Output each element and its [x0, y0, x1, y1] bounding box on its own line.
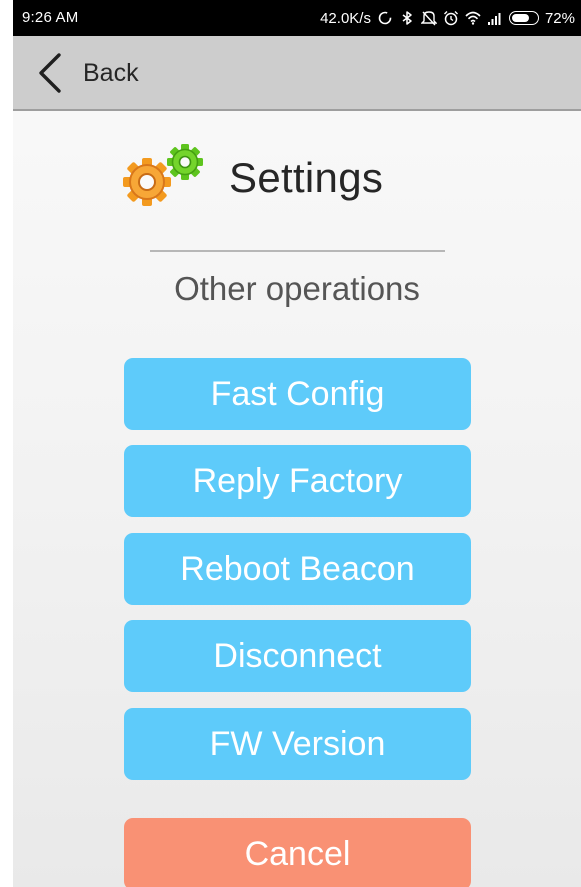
reboot-beacon-button[interactable]: Reboot Beacon	[124, 533, 471, 605]
signal-icon	[487, 13, 501, 25]
status-icons: 42.0K/s 72%	[320, 6, 575, 30]
alarm-icon	[443, 11, 458, 26]
net-speed: 42.0K/s	[320, 9, 371, 27]
sync-icon	[378, 11, 392, 25]
settings-gears-icon	[123, 144, 203, 206]
page-title: Settings	[229, 154, 384, 201]
wifi-icon	[465, 11, 481, 25]
mute-icon	[420, 11, 437, 26]
battery-level	[511, 14, 529, 22]
fw-version-button[interactable]: FW Version	[124, 708, 471, 780]
battery-icon	[508, 11, 539, 25]
back-button[interactable]: Back	[37, 50, 139, 96]
back-label: Back	[83, 58, 139, 87]
status-bar: 9:26 AM 42.0K/s 72%	[13, 0, 581, 36]
divider	[150, 250, 445, 252]
fast-config-button[interactable]: Fast Config	[124, 358, 471, 430]
section-title: Other operations	[174, 270, 420, 307]
bluetooth-icon	[402, 11, 412, 25]
status-time: 9:26 AM	[22, 9, 79, 26]
battery-percent: 72%	[544, 9, 575, 27]
nav-bar: Back	[13, 36, 581, 111]
cancel-button[interactable]: Cancel	[124, 818, 471, 887]
app-screen: 9:26 AM 42.0K/s 72% Back Settings Other …	[13, 0, 581, 887]
reply-factory-button[interactable]: Reply Factory	[124, 445, 471, 517]
chevron-left-icon	[39, 53, 61, 93]
disconnect-button[interactable]: Disconnect	[124, 620, 471, 692]
